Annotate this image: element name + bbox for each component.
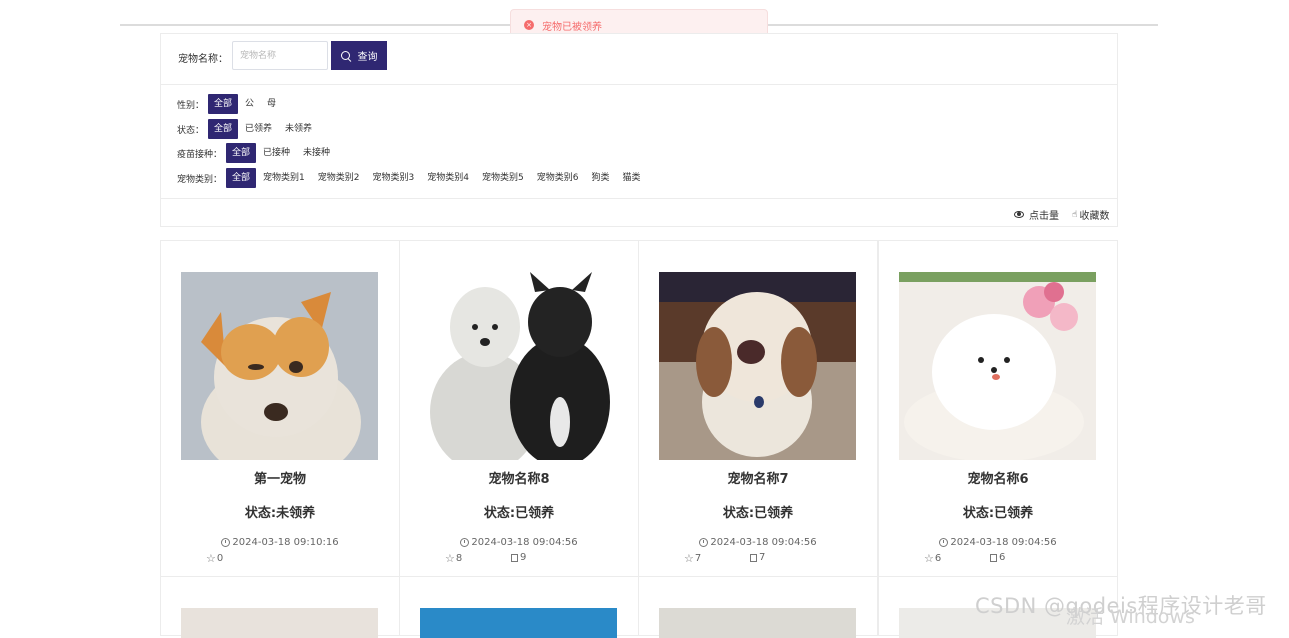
gender-option-all[interactable]: 全部 xyxy=(208,94,239,114)
pet-name[interactable]: 第一宠物 xyxy=(161,468,399,487)
vaccine-filter: 疫苗接种： 全部 已接种 未接种 xyxy=(177,143,337,163)
star-icon: ☆ xyxy=(445,552,455,565)
gender-option-male[interactable]: 公 xyxy=(239,94,260,114)
pet-photo[interactable] xyxy=(181,272,378,460)
pet-comments: 6 xyxy=(990,552,1005,563)
pet-comments: 7 xyxy=(750,552,765,563)
gender-option-female[interactable]: 母 xyxy=(261,94,282,114)
search-button[interactable]: 查询 xyxy=(331,41,387,70)
comment-icon xyxy=(750,553,757,562)
pet-name[interactable]: 宠物名称7 xyxy=(639,468,877,487)
pet-time: 2024-03-18 09:10:16 xyxy=(161,537,399,548)
pet-card[interactable] xyxy=(160,576,400,638)
category-option[interactable]: 宠物类别1 xyxy=(257,168,311,188)
pet-card[interactable]: 宠物名称8 状态:已领养 2024-03-18 09:04:56 ☆ 8 9 xyxy=(399,240,639,577)
pet-stars-count: 7 xyxy=(694,553,702,564)
pet-time: 2024-03-18 09:04:56 xyxy=(879,537,1117,548)
sort-by-favorites[interactable]: ☝ 收藏数 xyxy=(1072,207,1110,223)
pet-card[interactable]: 宠物名称6 状态:已领养 2024-03-18 09:04:56 ☆ 6 6 xyxy=(878,240,1118,577)
category-option[interactable]: 宠物类别5 xyxy=(476,168,530,188)
toast-text: 宠物已被领养 xyxy=(542,21,602,33)
pet-stars: ☆ 0 xyxy=(206,552,223,565)
sort-bar: 点击量 ☝ 收藏数 xyxy=(161,198,1117,229)
pet-time-text: 2024-03-18 09:10:16 xyxy=(232,537,339,548)
close-circle-icon: × xyxy=(524,20,534,30)
sort-clicks-label: 点击量 xyxy=(1029,211,1059,222)
activate-windows-text: 激活 Windows xyxy=(1066,606,1195,628)
pet-photo[interactable] xyxy=(659,608,856,638)
sort-favorites-label: 收藏数 xyxy=(1079,211,1110,222)
comment-icon xyxy=(511,553,518,562)
category-option-all[interactable]: 全部 xyxy=(226,168,257,188)
category-filter-label: 宠物类别： xyxy=(177,174,223,185)
category-option[interactable]: 宠物类别2 xyxy=(312,168,366,188)
thumbs-up-icon: ☝ xyxy=(1072,209,1078,220)
category-filter: 宠物类别： 全部 宠物类别1 宠物类别2 宠物类别3 宠物类别4 宠物类别5 宠… xyxy=(177,168,647,188)
vaccine-option-all[interactable]: 全部 xyxy=(226,143,257,163)
status-option-all[interactable]: 全部 xyxy=(208,119,239,139)
pet-name[interactable]: 宠物名称6 xyxy=(879,468,1117,487)
vaccine-option-not-vaccinated[interactable]: 未接种 xyxy=(297,143,336,163)
search-icon xyxy=(340,51,350,60)
pet-time-text: 2024-03-18 09:04:56 xyxy=(710,537,817,548)
comment-icon xyxy=(990,553,997,562)
pet-comments-count: 7 xyxy=(759,552,766,563)
pet-comments-count: 6 xyxy=(999,552,1006,563)
gender-filter: 性别： 全部 公 母 xyxy=(177,94,283,114)
gender-filter-label: 性别： xyxy=(177,100,205,111)
pet-status: 状态:已领养 xyxy=(962,506,1034,521)
pet-comments-count: 9 xyxy=(520,552,527,563)
status-option-adopted[interactable]: 已领养 xyxy=(239,119,278,139)
search-input[interactable] xyxy=(232,41,328,70)
pet-card[interactable] xyxy=(638,576,878,638)
category-option[interactable]: 宠物类别3 xyxy=(367,168,421,188)
category-option-cat[interactable]: 猫类 xyxy=(616,168,646,188)
category-option[interactable]: 宠物类别4 xyxy=(421,168,475,188)
vaccine-option-vaccinated[interactable]: 已接种 xyxy=(257,143,296,163)
pet-comments: 9 xyxy=(511,552,526,563)
pet-stars-count: 6 xyxy=(934,553,942,564)
star-icon: ☆ xyxy=(206,552,216,565)
clock-icon xyxy=(939,538,949,547)
pet-stars-count: 8 xyxy=(455,553,463,564)
pet-stars: ☆ 8 xyxy=(445,552,462,565)
pet-status: 状态:未领养 xyxy=(244,506,316,521)
status-option-not-adopted[interactable]: 未领养 xyxy=(279,119,318,139)
pet-time-text: 2024-03-18 09:04:56 xyxy=(471,537,578,548)
vaccine-filter-label: 疫苗接种： xyxy=(177,149,223,160)
search-bar: 宠物名称： 查询 xyxy=(161,34,1117,85)
status-filter-label: 状态： xyxy=(177,125,205,136)
pet-time-text: 2024-03-18 09:04:56 xyxy=(950,537,1057,548)
pet-card[interactable]: 宠物名称7 状态:已领养 2024-03-18 09:04:56 ☆ 7 7 xyxy=(638,240,878,577)
pet-photo[interactable] xyxy=(181,608,378,638)
pet-time: 2024-03-18 09:04:56 xyxy=(400,537,638,548)
sort-by-clicks[interactable]: 点击量 xyxy=(1014,207,1059,222)
eye-icon xyxy=(1014,211,1024,218)
pet-stars-count: 0 xyxy=(216,553,224,564)
pet-card[interactable] xyxy=(399,576,639,638)
clock-icon xyxy=(460,538,470,547)
pet-stars: ☆ 6 xyxy=(924,552,941,565)
filter-panel: 宠物名称： 查询 性别： 全部 公 母 状态： 全部 已领养 未领养 疫苗接种：… xyxy=(160,33,1118,227)
pet-photo[interactable] xyxy=(420,608,617,638)
star-icon: ☆ xyxy=(684,552,694,565)
clock-icon xyxy=(221,538,231,547)
pet-photo[interactable] xyxy=(899,272,1096,460)
star-icon: ☆ xyxy=(924,552,934,565)
pet-status: 状态:已领养 xyxy=(722,506,794,521)
pet-stars: ☆ 7 xyxy=(684,552,701,565)
clock-icon xyxy=(699,538,709,547)
search-button-label: 查询 xyxy=(357,52,378,63)
pet-card[interactable]: 第一宠物 状态:未领养 2024-03-18 09:10:16 ☆ 0 xyxy=(160,240,400,577)
status-filter: 状态： 全部 已领养 未领养 xyxy=(177,119,319,139)
pet-time: 2024-03-18 09:04:56 xyxy=(639,537,877,548)
pet-photo[interactable] xyxy=(420,272,617,460)
pet-status: 状态:已领养 xyxy=(483,506,555,521)
pet-name[interactable]: 宠物名称8 xyxy=(400,468,638,487)
category-option-dog[interactable]: 狗类 xyxy=(585,168,615,188)
category-option[interactable]: 宠物类别6 xyxy=(531,168,585,188)
pet-photo[interactable] xyxy=(659,272,856,460)
search-label: 宠物名称： xyxy=(178,54,228,65)
